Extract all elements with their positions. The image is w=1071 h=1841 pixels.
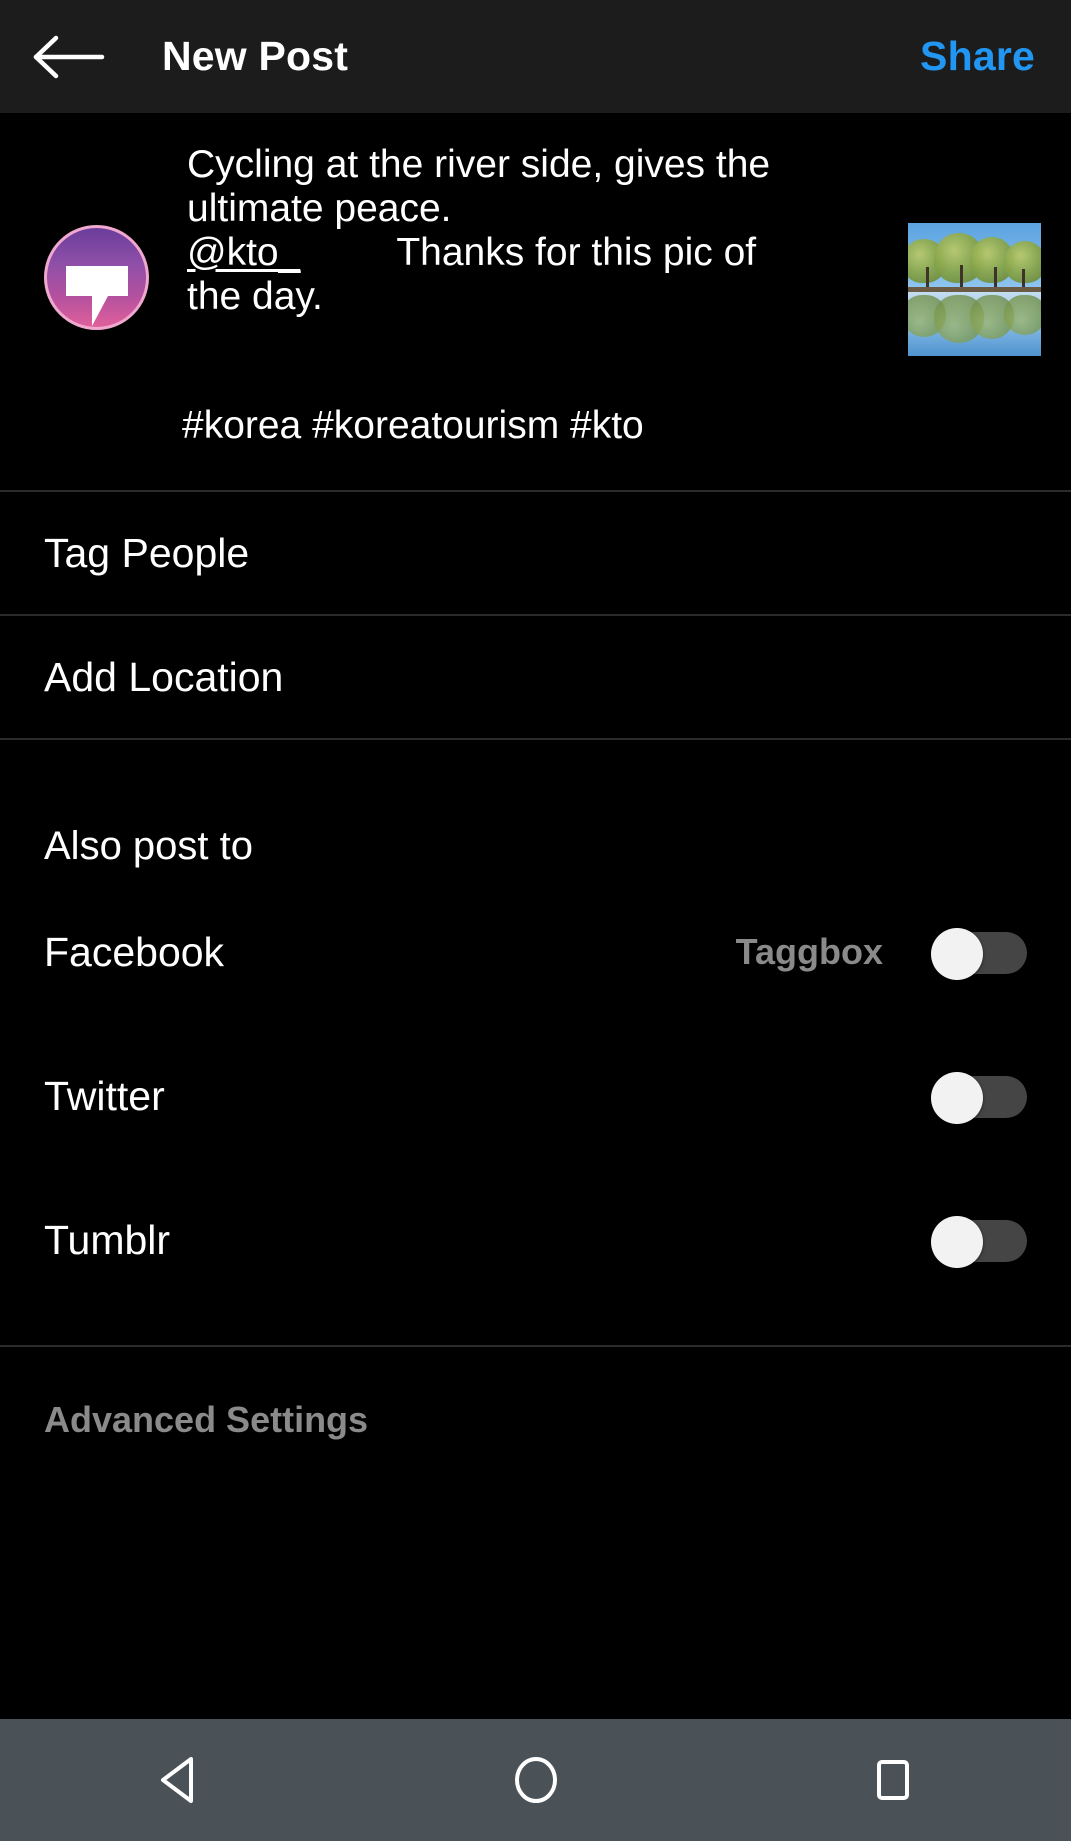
- square-recents-icon[interactable]: [833, 1719, 953, 1841]
- add-location-row[interactable]: Add Location: [0, 616, 1071, 738]
- caption-line-3: @kto_ Thanks for this pic of: [187, 231, 898, 275]
- new-post-screen: New Post Share Cycling at the river side…: [0, 0, 1071, 1841]
- caption-gap: [300, 231, 396, 275]
- caption-line-4: the day.: [187, 275, 323, 318]
- toggle-tumblr[interactable]: [931, 1216, 1027, 1268]
- system-navigation-bar: [0, 1719, 1071, 1841]
- page-title: New Post: [162, 33, 349, 79]
- toggle-knob: [931, 928, 983, 980]
- thumbnail-tree-reflection: [1004, 295, 1041, 335]
- triangle-back-icon[interactable]: [119, 1719, 239, 1841]
- share-button[interactable]: Share: [920, 33, 1035, 80]
- tag-people-row[interactable]: Tag People: [0, 492, 1071, 614]
- avatar: [44, 225, 149, 330]
- toggle-knob: [931, 1072, 983, 1124]
- thumbnail-bank: [908, 286, 1041, 292]
- toggle-twitter[interactable]: [931, 1072, 1027, 1124]
- toggle-knob: [931, 1216, 983, 1268]
- mention-kto[interactable]: @kto_: [187, 231, 300, 275]
- thumbnail-trunk: [994, 267, 997, 289]
- caption-editor[interactable]: Cycling at the river side, gives the ult…: [149, 143, 908, 319]
- speech-bubble-icon: [65, 265, 128, 326]
- add-location-label: Add Location: [44, 653, 284, 700]
- app-header: New Post Share: [0, 0, 1071, 113]
- social-row-facebook[interactable]: Facebook Taggbox: [0, 891, 1071, 1013]
- social-right-facebook: Taggbox: [735, 928, 1027, 980]
- thumbnail-trunk: [926, 267, 929, 289]
- social-right-tumblr: [931, 1216, 1027, 1268]
- advanced-settings-link[interactable]: Advanced Settings: [44, 1399, 368, 1440]
- post-thumbnail[interactable]: [908, 223, 1041, 356]
- caption-line-1: Cycling at the river side, gives the: [187, 143, 771, 186]
- toggle-facebook[interactable]: [931, 928, 1027, 980]
- social-row-twitter[interactable]: Twitter: [0, 1035, 1071, 1157]
- composer-row: Cycling at the river side, gives the ult…: [0, 143, 1071, 356]
- social-row-tumblr[interactable]: Tumblr: [0, 1179, 1071, 1301]
- social-right-twitter: [931, 1072, 1027, 1124]
- also-post-to-heading: Also post to: [44, 824, 254, 868]
- composer-block: Cycling at the river side, gives the ult…: [0, 113, 1071, 490]
- facebook-account-name: Taggbox: [735, 931, 883, 972]
- caption-line-3-text: Thanks for this pic of: [396, 231, 757, 274]
- social-label-twitter: Twitter: [44, 1072, 165, 1119]
- caption-line-2: ultimate peace.: [187, 187, 452, 230]
- advanced-settings-section: Advanced Settings: [0, 1347, 1071, 1441]
- circle-home-icon[interactable]: [476, 1719, 596, 1841]
- caption-hashtags: #korea #koreatourism #kto: [182, 404, 644, 447]
- thumbnail-trunk: [960, 265, 963, 289]
- tag-people-label: Tag People: [44, 529, 250, 576]
- back-arrow-icon[interactable]: [30, 27, 108, 87]
- social-label-tumblr: Tumblr: [44, 1216, 171, 1263]
- social-label-facebook: Facebook: [44, 928, 225, 975]
- also-post-to-section: Also post to Facebook Taggbox Twitter Tu…: [0, 740, 1071, 1301]
